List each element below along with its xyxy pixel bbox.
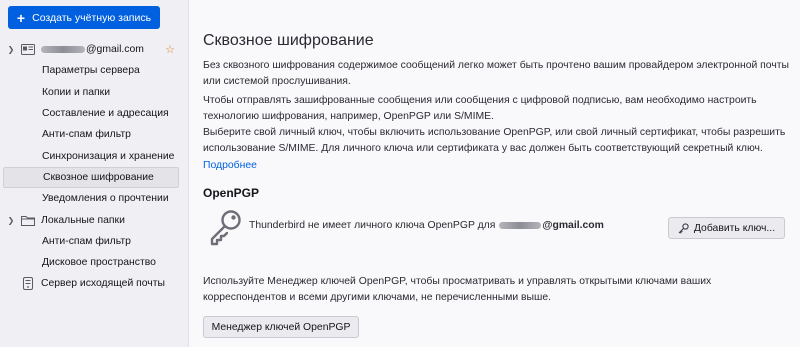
key-manager-label: Менеджер ключей OpenPGP (211, 321, 351, 333)
sidebar-item-label: Анти-спам фильтр (42, 129, 131, 141)
sidebar-item-return-receipts[interactable]: Уведомления о прочтении (0, 188, 188, 209)
plus-icon: + (16, 9, 26, 26)
create-account-label: Создать учётную запись (32, 11, 152, 24)
no-personal-key-message: Thunderbird не имеет личного ключа OpenP… (249, 220, 604, 231)
key-manager-paragraph: Используйте Менеджер ключей OpenPGP, что… (203, 276, 712, 304)
account-settings-sidebar: + Создать учётную запись ❯ @gmail.com ☆ … (0, 0, 189, 347)
sidebar-item-e2e-encryption[interactable]: Сквозное шифрование (3, 166, 179, 189)
sidebar-item-outgoing-server[interactable]: Сервер исходящей почты (0, 273, 188, 294)
sidebar-item-disk-space[interactable]: Дисковое пространство (0, 252, 188, 273)
sidebar-item-label: Уведомления о прочтении (42, 193, 169, 205)
choose-key-text: Выберите свой личный ключ, чтобы включит… (203, 127, 786, 155)
account-tree: ❯ @gmail.com ☆ Параметры сервера Копии и… (0, 39, 188, 295)
sidebar-item-label: Анти-спам фильтр (42, 235, 131, 247)
sidebar-item-sync-storage[interactable]: Синхронизация и хранение (0, 145, 188, 166)
choose-key-paragraph: Выберите свой личный ключ, чтобы включит… (203, 125, 793, 174)
outgoing-server-icon (21, 277, 35, 291)
sidebar-item-copies-folders[interactable]: Копии и папки (0, 82, 188, 103)
openpgp-key-manager-button[interactable]: Менеджер ключей OpenPGP (203, 316, 359, 338)
add-key-label: Добавить ключ... (693, 222, 776, 234)
intro-paragraph: Без сквозного шифрования содержимое сооб… (203, 60, 789, 88)
openpgp-section-title: OpenPGP (203, 186, 260, 200)
sidebar-item-label: Сквозное шифрование (43, 171, 154, 183)
sidebar-item-junk-filter[interactable]: Анти-спам фильтр (0, 124, 188, 145)
create-account-button[interactable]: + Создать учётную запись (8, 6, 160, 29)
sidebar-item-label: Копии и папки (42, 86, 111, 98)
sidebar-item-local-junk-filter[interactable]: Анти-спам фильтр (0, 231, 188, 252)
chevron-down-icon[interactable]: ❯ (6, 216, 16, 225)
key-icon (206, 208, 244, 248)
local-folders-label: Локальные папки (41, 214, 125, 226)
account-row-gmail[interactable]: ❯ @gmail.com ☆ (0, 39, 188, 60)
sidebar-item-label: Параметры сервера (42, 65, 140, 77)
learn-more-link[interactable]: Подробнее (203, 160, 257, 171)
mail-account-icon (21, 44, 35, 56)
key-small-icon (678, 222, 689, 234)
folder-icon (21, 214, 35, 226)
no-key-email: @gmail.com (542, 220, 604, 231)
sidebar-item-composition[interactable]: Составление и адресация (0, 103, 188, 124)
setup-paragraph: Чтобы отправлять зашифрованные сообщения… (203, 95, 757, 123)
sidebar-item-label: Синхронизация и хранение (42, 150, 175, 162)
add-key-button[interactable]: Добавить ключ... (668, 217, 785, 239)
page-title: Сквозное шифрование (203, 32, 374, 49)
default-account-star-icon: ☆ (165, 44, 175, 56)
sidebar-item-label: Составление и адресация (42, 108, 169, 120)
no-key-text: Thunderbird не имеет личного ключа OpenP… (249, 220, 496, 231)
redacted-email (41, 46, 85, 54)
outgoing-server-label: Сервер исходящей почты (41, 278, 165, 290)
local-folders-row[interactable]: ❯ Локальные папки (0, 209, 188, 230)
redacted-email (499, 222, 542, 229)
account-email-label: @gmail.com (86, 44, 144, 56)
e2e-encryption-pane: Сквозное шифрование Без сквозного шифров… (189, 0, 800, 347)
sidebar-item-label: Дисковое пространство (42, 257, 156, 269)
sidebar-item-server-settings[interactable]: Параметры сервера (0, 60, 188, 81)
chevron-down-icon[interactable]: ❯ (6, 45, 16, 54)
